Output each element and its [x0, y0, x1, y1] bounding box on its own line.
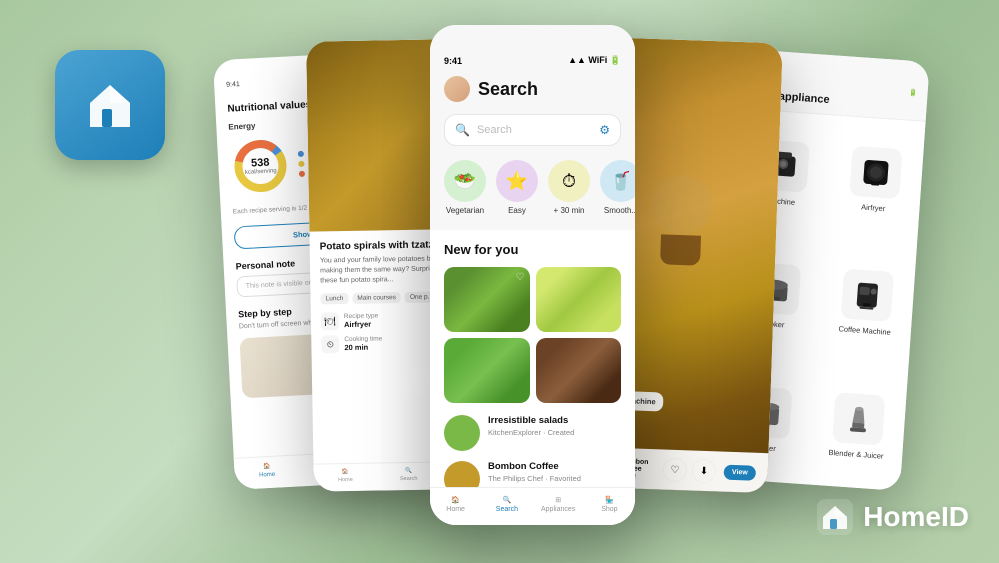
coffee-visual	[650, 174, 713, 266]
nav-home-search[interactable]: 🏠 Home	[430, 496, 481, 513]
airfryer-label: Airfryer	[861, 203, 886, 214]
search-bar[interactable]: 🔍 Search ⚙	[444, 114, 621, 146]
pill-30min[interactable]: ⏱ + 30 min	[548, 160, 590, 215]
search-body: New for you ♡ Irresistib	[430, 230, 635, 525]
blender-icon-box	[832, 392, 885, 445]
appliance-airfryer[interactable]: Airfryer	[825, 115, 926, 244]
nav-appliances-search[interactable]: ⊞ Appliances	[533, 496, 584, 513]
coffee-action-buttons: ♡ ⬇	[663, 458, 717, 484]
vegetarian-icon: 🥗	[444, 160, 486, 202]
search-bar-placeholder: Search	[477, 124, 592, 136]
recipe-card-3[interactable]	[444, 338, 530, 403]
search-icon-search: 🔍	[503, 496, 512, 504]
smoothie-icon: 🥤	[600, 160, 635, 202]
card-heart-1[interactable]: ♡	[516, 272, 525, 283]
calorie-display: 538 kcal/serving	[244, 156, 277, 176]
heart-action-btn[interactable]: ♡	[663, 458, 688, 483]
pill-smooth[interactable]: 🥤 Smooth...	[600, 160, 635, 215]
nav-search-search[interactable]: 🔍 Search	[481, 496, 532, 513]
salads-avatar	[444, 415, 480, 451]
filter-icon[interactable]: ⚙	[599, 123, 610, 137]
recipe-card-1[interactable]: ♡	[444, 267, 530, 332]
search-bar-magnifier: 🔍	[455, 123, 470, 137]
tag-lunch: Lunch	[320, 293, 348, 304]
search-header: 9:41 ▲▲ WiFi 🔋 Search 🔍 Search ⚙ 🥗 Veget…	[430, 25, 635, 230]
pill-easy[interactable]: ⭐ Easy	[496, 160, 538, 215]
search-screen: 9:41 ▲▲ WiFi 🔋 Search 🔍 Search ⚙ 🥗 Veget…	[430, 25, 635, 525]
card-image-2	[536, 267, 622, 332]
home-icon: 🏠	[263, 463, 271, 470]
nav-home-recipe[interactable]: 🏠 Home	[314, 469, 378, 484]
card-image-3	[444, 338, 530, 403]
recipe-grid: ♡	[444, 267, 621, 403]
coffee-machine-label: Coffee Machine	[838, 325, 891, 338]
salads-title: Irresistible salads	[488, 415, 621, 426]
shop-icon-search: 🏪	[605, 496, 614, 504]
coffee-title: Bombon Coffee	[488, 461, 621, 472]
download-action-btn[interactable]: ⬇	[692, 459, 717, 484]
category-pills: 🥗 Vegetarian ⭐ Easy ⏱ + 30 min 🥤 Smooth.…	[444, 160, 621, 220]
home-icon-search: 🏠	[451, 496, 460, 504]
salads-meta: KitchenExplorer · Created	[488, 428, 621, 437]
coffee-info: Bombon Coffee The Philips Chef · Favorit…	[488, 461, 621, 483]
nav-home[interactable]: 🏠 Home	[234, 461, 300, 479]
pill-vegetarian[interactable]: 🥗 Vegetarian	[444, 160, 486, 215]
cooking-icon: ⏲	[321, 336, 339, 354]
appliance-coffee-machine[interactable]: Coffee Machine	[816, 238, 917, 367]
airfryer-icon-box	[849, 146, 902, 199]
coffee-meta: The Philips Chef · Favorited	[488, 474, 621, 483]
status-time: 9:41	[444, 56, 462, 66]
search-page-title: Search	[478, 79, 538, 100]
tag-maincourse: Main courses	[352, 292, 401, 304]
search-title-row: Search	[444, 76, 621, 102]
home-icon-recipe: 🏠	[342, 469, 349, 475]
recipe-list-salads[interactable]: Irresistible salads KitchenExplorer · Cr…	[444, 415, 621, 451]
salads-info: Irresistible salads KitchenExplorer · Cr…	[488, 415, 621, 437]
coffee-machine-icon-box	[840, 269, 893, 322]
nav-shop-search[interactable]: 🏪 Shop	[584, 496, 635, 513]
easy-icon: ⭐	[496, 160, 538, 202]
appliance-blender[interactable]: Blender & Juicer	[808, 361, 909, 490]
time-icon: ⏱	[548, 160, 590, 202]
homeid-logo-text: HomeID	[863, 501, 969, 533]
donut-chart: 538 kcal/serving	[229, 135, 292, 198]
appliances-icon-search: ⊞	[555, 496, 561, 504]
bottom-nav-search: 🏠 Home 🔍 Search ⊞ Appliances 🏪 Shop	[430, 487, 635, 525]
status-bar-search: 9:41 ▲▲ WiFi 🔋	[444, 55, 621, 66]
status-icons: ▲▲ WiFi 🔋	[568, 55, 621, 66]
recipe-type-icon: 🍽	[321, 313, 339, 331]
new-for-you-title: New for you	[444, 242, 621, 257]
homeid-logo-icon	[817, 499, 853, 535]
search-icon-recipe: 🔍	[405, 468, 412, 474]
user-avatar	[444, 76, 470, 102]
homeid-logo: HomeID	[817, 499, 969, 535]
card-image-4	[536, 338, 622, 403]
blender-label: Blender & Juicer	[828, 448, 884, 461]
app-icon	[55, 50, 165, 160]
coffee-view-button[interactable]: View	[724, 464, 756, 480]
recipe-card-4[interactable]	[536, 338, 622, 403]
recipe-card-2[interactable]	[536, 267, 622, 332]
